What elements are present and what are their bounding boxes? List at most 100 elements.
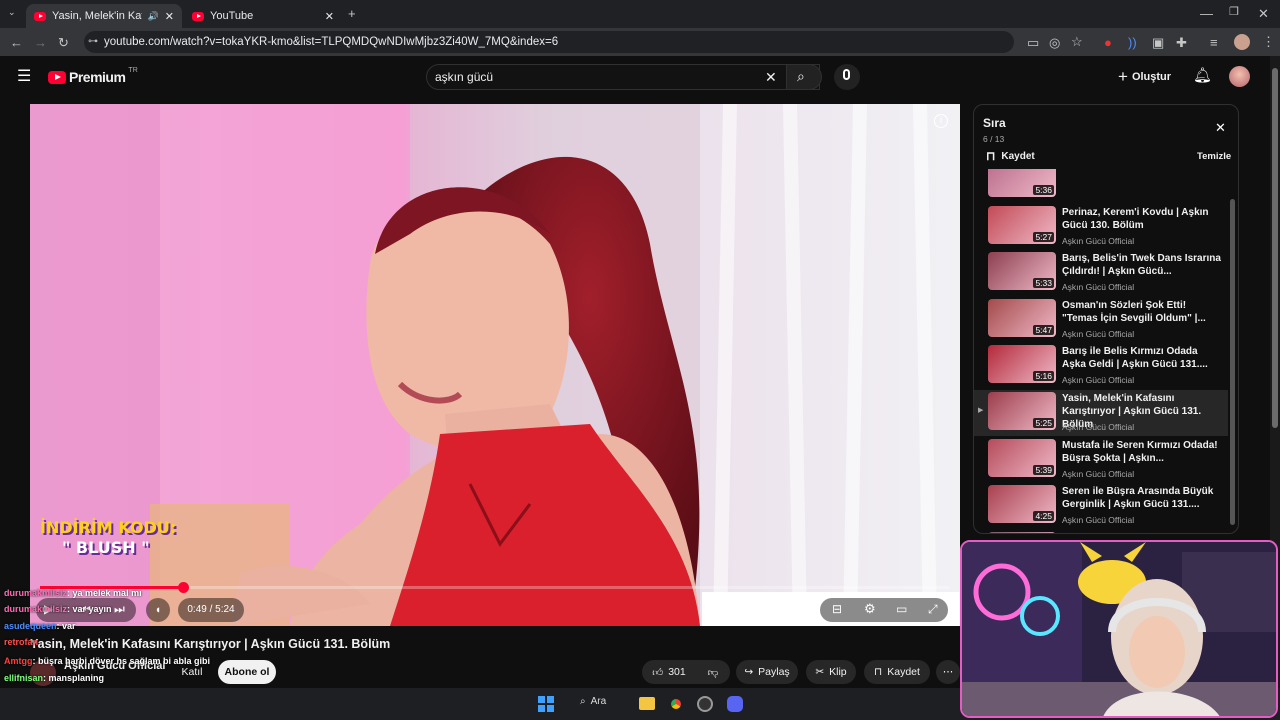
bookmark-star-icon[interactable]: ☆ <box>1071 35 1083 48</box>
queue-thumbnail[interactable]: 4:25 <box>988 485 1056 524</box>
extension-record-icon[interactable]: ● <box>1104 36 1112 49</box>
queue-thumbnail[interactable]: 5:27 <box>988 205 1056 244</box>
profile-avatar[interactable] <box>1234 34 1250 50</box>
search-input[interactable]: aşkın gücü ✕ <box>426 64 820 90</box>
taskbar-search[interactable]: ⌕ Ara <box>580 696 606 707</box>
account-avatar[interactable] <box>1229 66 1250 87</box>
chat-message: Amtgg: büşra harbi döver hs sağlam bi ab… <box>4 656 210 666</box>
menu-icon[interactable]: ⋮ <box>1262 35 1275 48</box>
progress-handle[interactable] <box>177 582 189 593</box>
share-button[interactable]: ↪ Paylaş <box>736 660 798 684</box>
more-actions-button[interactable]: ⋯ <box>936 660 960 684</box>
queue-item-title: Barış, Belis'in Twek Dans Israrına Çıldı… <box>1062 253 1221 278</box>
eye-off-icon[interactable]: ◎ <box>1049 36 1060 49</box>
chat-text: : var <box>56 621 76 631</box>
new-tab-icon[interactable]: + <box>348 7 356 20</box>
duration-badge: 5:27 <box>1033 231 1054 242</box>
queue-item-channel: Aşkın Gücü Official <box>1062 328 1135 339</box>
queue-item[interactable]: 5:16 Barış ile Belis Kırmızı Odada Aşka G… <box>974 343 1228 389</box>
site-info-icon[interactable]: ⊶ <box>88 31 98 53</box>
queue-item[interactable]: 5:27 Perinaz, Kerem'i Kovdu | Aşkın Gücü … <box>974 204 1228 250</box>
obs-icon[interactable] <box>697 696 713 712</box>
volume-button[interactable]: ◖ <box>146 598 170 622</box>
queue-item[interactable]: 5:39 Mustafa ile Seren Kırmızı Odada! Büş… <box>974 437 1228 483</box>
queue-item[interactable]: ▶ 5:25 Yasin, Melek'in Kafasını Karıştırıy… <box>974 390 1228 436</box>
create-button[interactable]: + Oluştur <box>1118 67 1171 87</box>
youtube-logo[interactable]: Premium TR <box>48 66 138 85</box>
queue-item[interactable]: 5:33 Barış, Belis'in Twek Dans Israrına Ç… <box>974 250 1228 296</box>
time-display: 0:49 / 5:24 <box>178 598 244 622</box>
minimize-icon[interactable]: — <box>1200 7 1213 20</box>
close-window-icon[interactable]: ✕ <box>1258 7 1269 20</box>
fullscreen-icon[interactable]: ⤢ <box>928 603 938 615</box>
back-icon[interactable]: ← <box>10 36 23 49</box>
queue-thumbnail[interactable]: 5:36 <box>988 169 1056 197</box>
next-icon[interactable]: ⏭ <box>114 603 125 615</box>
video-player[interactable]: i İNDİRİM KODU: " BLUSH " ⏮ ⏭ ▶ ◖ 0:49 /… <box>30 104 960 626</box>
clip-button[interactable]: ✂ Klip <box>806 660 856 684</box>
url-field[interactable]: ⊶ youtube.com/watch?v=tokaYKR-kmo&list=T… <box>84 31 1014 53</box>
audio-icon[interactable]: 🔊 <box>148 11 159 22</box>
search-icon: ⌕ <box>580 696 586 707</box>
media-controls-icon[interactable]: ≡ <box>1210 36 1218 49</box>
queue-save-button[interactable]: ⊓ Kaydet <box>986 149 1035 163</box>
extension-icon[interactable]: ▣ <box>1152 36 1164 49</box>
cast-icon[interactable]: ▭ <box>1027 36 1039 49</box>
chrome-icon[interactable] <box>668 696 684 712</box>
progress-bar[interactable] <box>40 582 950 593</box>
notifications-bell-icon[interactable]: 🔔︎ <box>1193 68 1212 83</box>
theater-mode-icon[interactable]: ▭ <box>896 603 907 615</box>
promo-code-line1: İNDİRİM KODU: <box>40 518 177 537</box>
start-icon[interactable] <box>538 696 554 712</box>
chat-text: : var yayın <box>67 604 112 614</box>
tab-search-button[interactable]: ⌄ <box>8 8 16 17</box>
queue-thumbnail[interactable] <box>988 531 1056 533</box>
queue-item[interactable]: 4:25 Seren ile Büşra Arasında Büyük Gergi… <box>974 483 1228 529</box>
chat-message: ellifnisan: mansplaning <box>4 673 104 683</box>
share-icon: ↪ <box>744 666 754 678</box>
chat-text: : büşra harbi döver hs sağlam bi abla gi… <box>32 656 211 666</box>
queue-item[interactable]: "Fıstık Şakası" Aşkı Bitirdi | Aşkın Güc… <box>974 530 1228 533</box>
reload-icon[interactable]: ↻ <box>58 36 69 49</box>
thumbs-down-icon: 👎︎ <box>707 666 719 679</box>
queue-item[interactable]: 5:36Aşkın Gücü Official <box>974 169 1228 203</box>
queue-clear-button[interactable]: Temizle <box>1197 151 1231 162</box>
dislike-button[interactable]: 👎︎ <box>700 660 726 684</box>
tab-close-icon[interactable]: ✕ <box>165 10 174 23</box>
hamburger-menu-icon[interactable]: ☰ <box>17 69 31 85</box>
info-icon[interactable]: i <box>934 114 948 128</box>
queue-thumbnail[interactable]: 5:33 <box>988 252 1056 291</box>
webcam-frame <box>962 542 1276 716</box>
duration-badge: 5:16 <box>1033 371 1054 382</box>
settings-gear-icon[interactable]: ⚙ <box>864 602 876 615</box>
search-button[interactable]: ⌕ <box>786 64 822 90</box>
search-value: aşkın gücü <box>435 70 494 84</box>
save-button[interactable]: ⊓ Kaydet <box>864 660 930 684</box>
subscribe-button[interactable]: Abone ol <box>218 660 276 684</box>
share-label: Paylaş <box>758 666 790 678</box>
close-queue-icon[interactable]: ✕ <box>1215 121 1226 134</box>
queue-thumbnail[interactable]: 5:16 <box>988 345 1056 384</box>
extensions-puzzle-icon[interactable]: ✚ <box>1176 36 1187 49</box>
queue-thumbnail[interactable]: 5:25 <box>988 392 1056 430</box>
tab-close-icon[interactable]: ✕ <box>325 10 334 23</box>
video-title: Yasin, Melek'in Kafasını Karıştırıyor | … <box>30 637 391 651</box>
restore-icon[interactable]: ❐ <box>1229 7 1239 18</box>
file-explorer-icon[interactable] <box>639 697 655 710</box>
forward-icon[interactable]: → <box>34 36 47 49</box>
extension-audio-icon[interactable]: )) <box>1128 36 1137 49</box>
discord-icon[interactable] <box>727 696 743 712</box>
voice-search-button[interactable] <box>834 64 860 90</box>
queue-thumbnail[interactable]: 5:39 <box>988 438 1056 477</box>
scrollbar-thumb[interactable] <box>1272 68 1278 428</box>
like-button[interactable]: 👍︎ 301 <box>646 660 692 684</box>
region-label: TR <box>128 66 138 74</box>
queue-item[interactable]: 5:47 Osman'ın Sözleri Şok Etti! "Temas İç… <box>974 297 1228 343</box>
tab-youtube[interactable]: YouTube ✕ <box>184 4 342 28</box>
queue-thumbnail[interactable]: 5:47 <box>988 298 1056 337</box>
tab-youtube-video[interactable]: Yasin, Melek'in Kafasını Karı 🔊 ✕ <box>26 4 182 28</box>
subtitles-icon[interactable]: ⊟ <box>832 603 842 615</box>
subscribe-label: Abone ol <box>224 666 270 678</box>
chat-text: : ya melek mal mı <box>67 588 142 598</box>
clear-search-icon[interactable]: ✕ <box>765 65 777 89</box>
